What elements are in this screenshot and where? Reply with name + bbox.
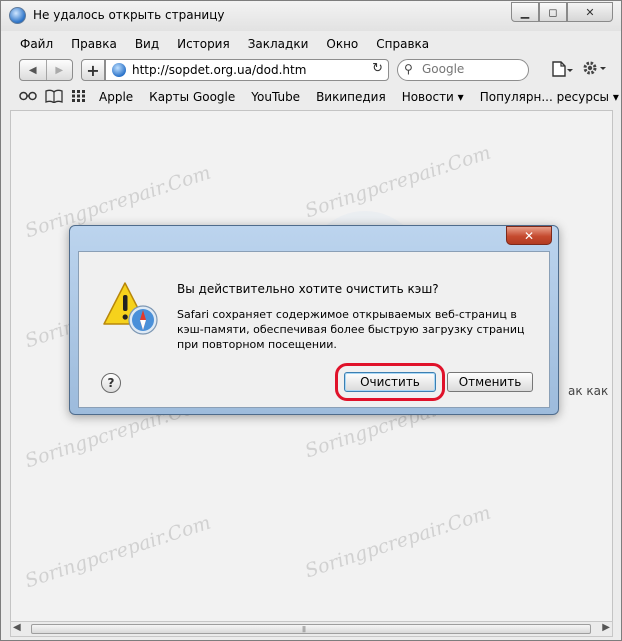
background-partial-text: ак как (568, 384, 609, 398)
back-button[interactable]: ◀ (20, 60, 46, 80)
scroll-thumb[interactable]: ||| (31, 624, 591, 634)
clear-cache-button[interactable]: Очистить (344, 372, 436, 392)
address-toolbar: ◀ ▶ + http://sopdet.org.ua/dod.htm ↻ ⚲ (1, 57, 621, 85)
dialog-body: Вы действительно хотите очистить кэш? Sa… (78, 251, 550, 408)
cancel-button[interactable]: Отменить (447, 372, 533, 392)
menu-bookmarks[interactable]: Закладки (239, 35, 318, 53)
menu-history[interactable]: История (168, 35, 239, 53)
add-bookmark-button[interactable]: + (81, 59, 105, 81)
bookmark-wikipedia[interactable]: Википедия (308, 90, 394, 104)
bookmarks-bar: Apple Карты Google YouTube Википедия Нов… (1, 87, 621, 107)
bookmark-youtube[interactable]: YouTube (243, 90, 308, 104)
search-input[interactable] (422, 62, 522, 76)
bookmark-news-folder[interactable]: Новости ▾ (394, 90, 472, 104)
browser-window: Не удалось открыть страницу ▁ ◻ ✕ Файл П… (0, 0, 622, 641)
grip-icon: ||| (302, 626, 306, 633)
scroll-right-icon[interactable]: ▶ (602, 622, 610, 633)
window-controls: ▁ ◻ ✕ (511, 2, 613, 22)
window-title: Не удалось открыть страницу (33, 8, 225, 22)
bookmark-popular-folder[interactable]: Популярн... ресурсы ▾ (472, 90, 622, 104)
book-icon[interactable] (45, 89, 63, 106)
reload-icon[interactable]: ↻ (372, 61, 383, 76)
menu-help[interactable]: Справка (367, 35, 438, 53)
safari-app-icon (9, 7, 26, 24)
scroll-left-icon[interactable]: ◀ (13, 622, 21, 633)
menu-file[interactable]: Файл (11, 35, 62, 53)
gear-icon[interactable] (581, 59, 607, 82)
warning-icon (103, 282, 158, 335)
globe-icon (112, 63, 126, 77)
dialog-message: Safari сохраняет содержимое открываемых … (177, 308, 525, 351)
bookmark-apple[interactable]: Apple (91, 90, 141, 104)
clear-cache-dialog: ✕ Вы действительно хотите очистить кэш? … (69, 225, 559, 415)
address-field[interactable]: http://sopdet.org.ua/dod.htm ↻ (105, 59, 389, 81)
top-sites-icon[interactable] (71, 89, 87, 106)
menu-window[interactable]: Окно (317, 35, 367, 53)
dialog-close-button[interactable]: ✕ (506, 226, 552, 245)
page-menu-icon[interactable] (551, 61, 573, 81)
dialog-title: Вы действительно хотите очистить кэш? (177, 282, 439, 296)
close-button[interactable]: ✕ (567, 2, 613, 22)
menu-edit[interactable]: Правка (62, 35, 126, 53)
search-field[interactable]: ⚲ (397, 59, 529, 81)
bookmark-google-maps[interactable]: Карты Google (141, 90, 243, 104)
maximize-button[interactable]: ◻ (539, 2, 567, 22)
title-bar: Не удалось открыть страницу ▁ ◻ ✕ (1, 1, 621, 31)
nav-buttons: ◀ ▶ (19, 59, 73, 81)
horizontal-scrollbar[interactable]: ◀ ||| ▶ (10, 621, 613, 637)
reading-list-icon[interactable] (19, 90, 37, 105)
menu-view[interactable]: Вид (126, 35, 168, 53)
help-button[interactable]: ? (101, 373, 121, 393)
forward-button[interactable]: ▶ (45, 60, 73, 80)
minimize-button[interactable]: ▁ (511, 2, 539, 22)
search-icon: ⚲ (404, 62, 413, 76)
url-text[interactable]: http://sopdet.org.ua/dod.htm (132, 63, 306, 77)
menu-bar: Файл Правка Вид История Закладки Окно Сп… (11, 35, 438, 53)
